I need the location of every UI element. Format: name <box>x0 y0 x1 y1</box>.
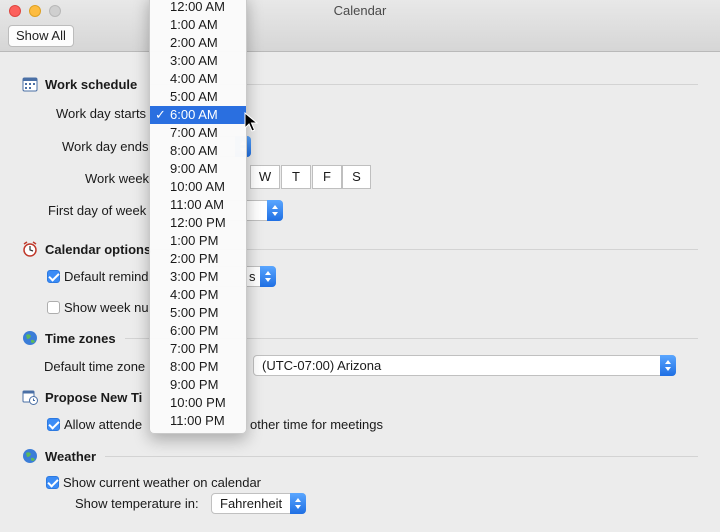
time-option[interactable]: 4:00 PM <box>150 286 246 304</box>
time-zone-popup[interactable]: (UTC-07:00) Arizona <box>253 355 676 376</box>
time-option[interactable]: 7:00 AM <box>150 124 246 142</box>
alarm-clock-icon <box>23 241 37 257</box>
allow-propose-label-start: Allow attende <box>64 417 143 432</box>
allow-propose-label-end: other time for meetings <box>250 417 383 432</box>
time-option[interactable]: 10:00 PM <box>150 394 246 412</box>
time-option[interactable]: 1:00 PM <box>150 232 246 250</box>
day-toggle-thu[interactable]: T <box>281 165 311 189</box>
time-option[interactable]: 11:00 PM <box>150 412 246 430</box>
default-reminder-label: Default remind <box>64 269 149 284</box>
calendar-options-header: Calendar options <box>22 241 151 257</box>
show-weather-label: Show current weather on calendar <box>63 475 262 490</box>
chevron-updown-icon <box>267 200 283 221</box>
work-day-starts-label: Work day starts <box>56 106 147 121</box>
divider <box>105 456 698 457</box>
time-option[interactable]: 10:00 AM <box>150 178 246 196</box>
chevron-updown-icon <box>260 266 276 287</box>
chevron-updown-icon <box>290 493 306 514</box>
show-weather-checkbox[interactable] <box>46 476 59 489</box>
temperature-unit-popup[interactable]: Fahrenheit <box>211 493 306 514</box>
day-toggle-sat[interactable]: S <box>342 165 371 189</box>
window-title: Calendar <box>333 3 387 18</box>
show-week-numbers-checkbox[interactable] <box>47 301 60 314</box>
time-option[interactable]: 5:00 PM <box>150 304 246 322</box>
show-all-button[interactable]: Show All <box>8 25 74 47</box>
time-option[interactable]: 2:00 PM <box>150 250 246 268</box>
time-option[interactable]: 3:00 AM <box>150 52 246 70</box>
checkmark-icon: ✓ <box>155 107 166 122</box>
work-week-label: Work week <box>85 171 150 186</box>
time-option[interactable]: 3:00 PM <box>150 268 246 286</box>
default-reminder-checkbox[interactable] <box>47 270 60 283</box>
calendar-clock-icon <box>22 390 38 405</box>
time-zones-header: Time zones <box>22 330 116 346</box>
show-week-numbers-label: Show week nu <box>64 300 149 315</box>
time-option[interactable]: ✓ 6:00 AM <box>150 106 246 124</box>
day-toggle-wed[interactable]: W <box>250 165 280 189</box>
time-option[interactable]: 1:00 AM <box>150 16 246 34</box>
time-option[interactable]: 8:00 PM <box>150 358 246 376</box>
default-time-zone-label: Default time zone <box>44 359 146 374</box>
time-option[interactable]: 4:00 AM <box>150 70 246 88</box>
weather-header: Weather <box>22 448 96 464</box>
globe-icon <box>23 449 37 463</box>
time-option[interactable]: 8:00 AM <box>150 142 246 160</box>
work-day-ends-label: Work day ends <box>62 139 149 154</box>
work-schedule-header: Work schedule <box>22 76 137 92</box>
globe-icon <box>23 331 37 345</box>
temperature-unit-label: Show temperature in: <box>75 496 199 511</box>
chevron-updown-icon <box>660 355 676 376</box>
calendar-icon <box>22 77 38 92</box>
time-option[interactable]: 11:00 AM <box>150 196 246 214</box>
time-option[interactable]: 9:00 AM <box>150 160 246 178</box>
time-option[interactable]: 6:00 PM <box>150 322 246 340</box>
mouse-pointer-icon <box>244 112 258 132</box>
work-day-start-menu[interactable]: 12:00 AM 1:00 AM 2:00 AM 3:00 AM 4:00 AM 5:00… <box>149 0 247 434</box>
time-option[interactable]: 7:00 PM <box>150 340 246 358</box>
time-option[interactable]: 12:00 PM <box>150 214 246 232</box>
title-bar: Calendar Show All <box>0 0 720 52</box>
propose-new-time-header: Propose New Ti <box>22 389 142 405</box>
allow-propose-checkbox[interactable] <box>47 418 60 431</box>
time-option[interactable]: 5:00 AM <box>150 88 246 106</box>
day-toggle-fri[interactable]: F <box>312 165 342 189</box>
time-option[interactable]: 2:00 AM <box>150 34 246 52</box>
time-option[interactable]: 12:00 AM <box>150 0 246 16</box>
time-option[interactable]: 9:00 PM <box>150 376 246 394</box>
first-day-label: First day of week <box>48 203 147 218</box>
